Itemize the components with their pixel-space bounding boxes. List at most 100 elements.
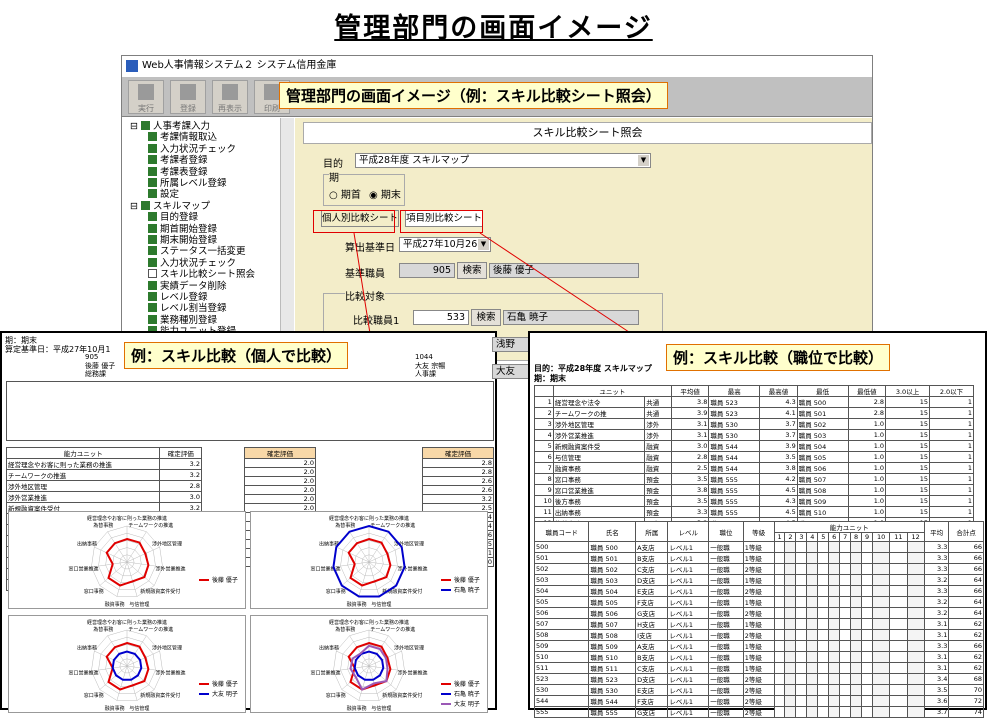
- unit-score-cell: [795, 618, 808, 630]
- unit-score-cell: [795, 673, 808, 685]
- table-cell: レベル1: [667, 640, 710, 652]
- table-cell: 共通: [644, 407, 672, 419]
- table-cell: 3.3: [923, 552, 950, 564]
- unit-score-cell: [906, 651, 925, 663]
- radar-chart: 経営理念やお客に則った業務の推進 チームワークの推進 渉外地区管理 渉外営業推進 新規融…: [250, 511, 488, 609]
- table-row: 9 窓口営業推進 預金 3.8 職員 555 4.5 職員 508 1.0 15 1: [534, 484, 974, 496]
- table-cell: 6: [534, 451, 554, 463]
- column-header: 職位: [708, 521, 744, 542]
- table-row: 確定評価: [244, 447, 316, 459]
- unit-score-cell: [795, 596, 808, 608]
- table-cell: 一般職: [708, 640, 744, 652]
- table-cell: レベル1: [667, 607, 710, 619]
- column-header: [534, 385, 554, 397]
- unit-score-cell: [795, 563, 808, 575]
- unit-score-cell: [861, 574, 873, 586]
- table-cell: 職員 555: [708, 473, 761, 485]
- table-cell: 1.0: [847, 429, 887, 441]
- table-cell: 預金: [644, 484, 672, 496]
- table-cell: 2.0: [244, 485, 316, 495]
- table-cell: A支店: [635, 640, 669, 652]
- table-row: 506 職員 506 G支店 レベル1 一般職 2等級 3.2 64: [533, 607, 984, 619]
- column-header: 最高: [708, 385, 761, 397]
- radar-axis-label: 出納事務: [77, 541, 97, 548]
- table-cell: 2.8: [670, 451, 710, 463]
- table-cell: 68: [948, 673, 984, 685]
- table-cell: 一般職: [708, 629, 744, 641]
- table-cell: 職員 511: [588, 662, 637, 674]
- unit-score-cell: [871, 574, 891, 586]
- table-cell: 544: [533, 695, 590, 707]
- table-row: チームワークの推進 3.2: [5, 469, 202, 481]
- unit-score-cell: [795, 607, 808, 619]
- unit-score-cell: [795, 585, 808, 597]
- table-row: 5 新規融資案件受 融資 3.0 職員 544 3.9 職員 504 1.0 15 1: [534, 440, 974, 452]
- table-cell: 3.2: [159, 469, 202, 481]
- table-row: 確定評価: [422, 447, 494, 459]
- table-cell: 渉外営業推進: [552, 429, 646, 441]
- table-cell: レベル1: [667, 596, 710, 608]
- table-cell: 62: [948, 651, 984, 663]
- unit-score-cell: [806, 552, 819, 564]
- unit-score-cell: [795, 574, 808, 586]
- unit-score-cell: [784, 585, 797, 597]
- unit-score-cell: [795, 684, 808, 696]
- unit-score-cell: [850, 662, 863, 674]
- table-row: 2.0: [244, 485, 316, 495]
- unit-score-cell: [850, 552, 863, 564]
- table-cell: G支店: [635, 706, 669, 718]
- radar-axis-label: 窓口営業推進: [68, 669, 98, 676]
- sheet-period-r: 期：期末: [534, 374, 566, 383]
- unit-score-cell: [889, 684, 908, 696]
- table-cell: 職員 510: [588, 651, 637, 663]
- table-cell: 融資: [644, 462, 672, 474]
- unit-score-cell: [906, 684, 925, 696]
- unit-score-cell: [817, 618, 830, 630]
- column-header: 確定評価: [244, 447, 316, 459]
- table-cell: 3.0: [670, 440, 710, 452]
- table-cell: 2.8: [847, 396, 887, 408]
- unit-score-cell: [839, 706, 852, 718]
- unit-score-cell: [839, 673, 852, 685]
- radar-chart: 経営理念やお客に則った業務の推進 チームワークの推進 渉外地区管理 渉外営業推進 新規融…: [250, 615, 488, 713]
- table-cell: レベル1: [667, 585, 710, 597]
- unit-score-cell: [795, 629, 808, 641]
- table-cell: 一般職: [708, 541, 744, 553]
- table-cell: レベル1: [667, 552, 710, 564]
- table-cell: 職員 503: [796, 429, 849, 441]
- table-cell: 一般職: [708, 618, 744, 630]
- unit-score-cell: [795, 651, 808, 663]
- unit-score-cell: [828, 629, 841, 641]
- table-cell: 500: [533, 541, 590, 553]
- table-cell: 2等級: [742, 585, 775, 597]
- table-cell: 555: [533, 706, 590, 718]
- unit-score-cell: [784, 673, 797, 685]
- table-row: 能力ユニット 確定評価: [5, 447, 202, 459]
- table-cell: 渉外: [644, 429, 672, 441]
- unit-score-cell: [861, 629, 873, 641]
- table-cell: 15: [885, 484, 930, 496]
- table-cell: 3.7: [759, 429, 798, 441]
- table-cell: 一般職: [708, 563, 744, 575]
- unit-score-cell: [806, 563, 819, 575]
- unit-score-cell: [889, 585, 908, 597]
- table-cell: 職員 544: [708, 440, 761, 452]
- unit-score-cell: [817, 541, 830, 553]
- table-cell: 3.7: [923, 706, 950, 718]
- unit-score-cell: [861, 563, 873, 575]
- unit-score-cell: [817, 585, 830, 597]
- table-cell: レベル1: [667, 684, 710, 696]
- table-cell: 職員 502: [588, 563, 637, 575]
- table-cell: 職員 508: [796, 484, 849, 496]
- table-cell: 3.1: [670, 418, 710, 430]
- table-cell: 62: [948, 618, 984, 630]
- radar-axis-label: 窓口営業推進: [68, 565, 98, 572]
- unit-score-cell: [906, 607, 925, 619]
- unit-score-cell: [850, 574, 863, 586]
- table-cell: 4.1: [759, 407, 798, 419]
- table-row: 6 与信管理 融資 2.8 職員 544 3.5 職員 505 1.0 15 1: [534, 451, 974, 463]
- table-cell: 523: [533, 673, 590, 685]
- radar-axis-label: 為替事務: [335, 626, 355, 633]
- table-cell: 15: [885, 462, 930, 474]
- unit-score-cell: [871, 673, 891, 685]
